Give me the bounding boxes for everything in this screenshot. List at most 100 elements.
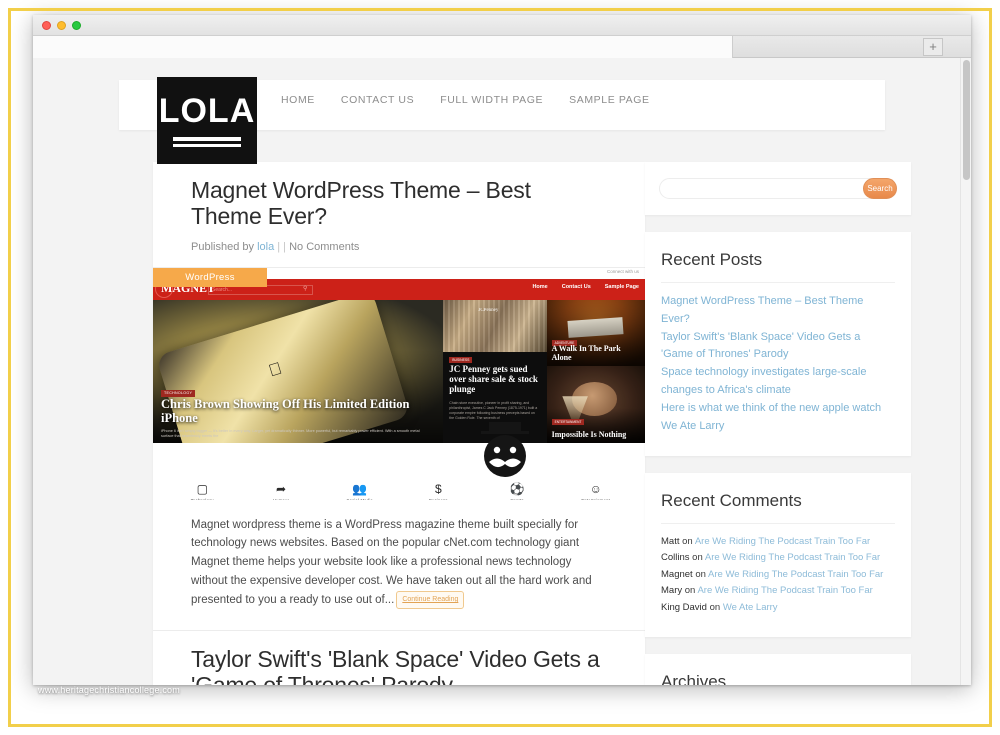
category-label-humour: Humour: [242, 498, 321, 500]
recent-post-link-1[interactable]: Magnet WordPress Theme – Best Theme Ever…: [661, 295, 863, 325]
comment-on-2: on: [692, 552, 703, 564]
mock-navigation: Home Contact Us Sample Page: [532, 284, 639, 290]
comment-post-link-5[interactable]: We Ate Larry: [723, 602, 778, 613]
archives-widget: Archives March 2015 February 2015: [645, 653, 911, 685]
search-widget: Search: [645, 162, 911, 215]
entertainment-icon: ☺: [589, 481, 602, 496]
post-featured-image[interactable]: WordPress Connect with us MAGNET Search.…: [153, 267, 645, 500]
sports-icon: ⚽: [509, 481, 525, 496]
hero-headline: Chris Brown Showing Off His Limited Edit…: [161, 396, 410, 425]
comment-post-link-1[interactable]: Are We Riding The Podcast Train Too Far: [695, 536, 870, 547]
category-item-business[interactable]: $ Business: [399, 483, 478, 500]
social-media-icon: 👥: [352, 481, 368, 496]
list-item: Mary on Are We Riding The Podcast Train …: [661, 583, 895, 600]
list-item: Space technology investigates large-scal…: [661, 364, 895, 400]
comment-post-link-2[interactable]: Are We Riding The Podcast Train Too Far: [705, 552, 880, 563]
close-window-icon[interactable]: [42, 21, 51, 30]
scrollbar-thumb[interactable]: [963, 60, 970, 180]
recent-posts-widget: Recent Posts Magnet WordPress Theme – Be…: [645, 232, 911, 456]
widget-rule-2: [661, 522, 895, 524]
recent-posts-list: Magnet WordPress Theme – Best Theme Ever…: [661, 293, 895, 436]
post-title[interactable]: Magnet WordPress Theme – Best Theme Ever…: [191, 177, 607, 230]
comment-on-5: on: [709, 602, 721, 613]
comment-on-4: on: [684, 585, 696, 597]
mock-body:  TECHNOLOGY Chris Brown Showing Off His…: [153, 299, 645, 500]
recent-post-link-3[interactable]: Space technology investigates large-scal…: [661, 366, 866, 396]
new-tab-button[interactable]: +: [923, 38, 943, 56]
category-item-entertainment[interactable]: ☺ Entertainment: [556, 483, 635, 500]
search-button[interactable]: Search: [863, 178, 897, 199]
mock-nav-contact[interactable]: Contact Us: [562, 284, 591, 290]
recent-post-link-2[interactable]: Taylor Swift's 'Blank Space' Video Gets …: [661, 331, 860, 361]
comment-author-2: Collins: [661, 552, 690, 564]
category-item-technology[interactable]: ▢ Technology: [163, 483, 242, 500]
category-item-sports[interactable]: ⚽ Sports: [478, 483, 557, 500]
comment-author-4: Mary: [661, 585, 683, 597]
post-title-2[interactable]: Taylor Swift's 'Blank Space' Video Gets …: [191, 647, 607, 685]
category-label-business: Business: [399, 498, 478, 500]
browser-window: + LOLA HOME CONTACT US FULL WIDTH PAGE S…: [33, 15, 971, 685]
post-meta-separator-2: |: [283, 240, 287, 253]
mock-hero-card[interactable]:  TECHNOLOGY Chris Brown Showing Off His…: [153, 299, 444, 443]
post-author-link[interactable]: lola: [257, 241, 274, 253]
continue-reading-button[interactable]: Continue Reading: [396, 591, 465, 609]
mustache-mascot-icon: [481, 421, 529, 477]
category-label-social-media: Social Media: [320, 498, 399, 500]
mock-right-column: ADVENTURE A Walk In The Park Alone ENTER…: [546, 299, 645, 443]
technology-icon: ▢: [196, 481, 208, 496]
list-item: We Ate Larry: [661, 418, 895, 436]
mock-nav-sample[interactable]: Sample Page: [605, 284, 639, 290]
middle-category-tag: BUSINESS: [449, 356, 473, 363]
recent-post-link-5[interactable]: We Ate Larry: [661, 420, 724, 432]
category-label-entertainment: Entertainment: [556, 498, 635, 500]
search-icon[interactable]: ⚲: [303, 285, 307, 292]
archives-title: Archives: [661, 671, 727, 685]
nav-item-sample-page[interactable]: SAMPLE PAGE: [569, 94, 650, 106]
mock-right-top-card[interactable]: ADVENTURE A Walk In The Park Alone: [546, 299, 645, 366]
comment-on-1: on: [682, 535, 693, 547]
mock-nav-home[interactable]: Home: [532, 284, 547, 290]
comment-on-3: on: [695, 568, 706, 580]
comment-author-1: Matt: [661, 535, 680, 547]
comment-author-5: King David: [661, 602, 707, 613]
post-comments-count: No Comments: [289, 240, 360, 253]
category-badge[interactable]: WordPress: [153, 267, 267, 287]
featured-mock-site: Connect with us MAGNET Search... ⚲ Home: [153, 267, 645, 500]
middle-excerpt: Chain store executive, pioneer in profit…: [449, 400, 538, 420]
main-navigation: HOME CONTACT US FULL WIDTH PAGE SAMPLE P…: [281, 94, 650, 106]
nav-item-full-width-page[interactable]: FULL WIDTH PAGE: [440, 94, 543, 106]
logo-rule-2: [173, 144, 241, 147]
search-row: Search: [659, 178, 897, 199]
post-header-2: Taylor Swift's 'Blank Space' Video Gets …: [153, 631, 645, 685]
recent-post-link-4[interactable]: Here is what we think of the new apple w…: [661, 402, 881, 414]
right-top-headline: A Walk In The Park Alone: [551, 344, 621, 363]
nav-item-home[interactable]: HOME: [281, 94, 315, 106]
hero-category-tag: TECHNOLOGY: [161, 389, 196, 397]
post-meta-separator: |: [277, 240, 281, 253]
category-item-humour[interactable]: ➦ Humour: [242, 483, 321, 500]
post-header: Magnet WordPress Theme – Best Theme Ever…: [153, 162, 645, 267]
maximize-window-icon[interactable]: [72, 21, 81, 30]
watermark: www.heritagechristiancollege.com: [38, 685, 180, 695]
comment-post-link-4[interactable]: Are We Riding The Podcast Train Too Far: [697, 585, 872, 596]
right-bottom-headline: Impossible Is Nothing: [551, 429, 627, 439]
post-article: Magnet WordPress Theme – Best Theme Ever…: [153, 162, 645, 630]
minimize-window-icon[interactable]: [57, 21, 66, 30]
browser-tab[interactable]: [33, 36, 733, 58]
page-scrollbar[interactable]: [960, 58, 971, 685]
post-excerpt-text: Magnet wordpress theme is a WordPress ma…: [191, 518, 592, 607]
middle-headline: JC Penney gets sued over share sale & st…: [449, 363, 538, 395]
site-logo[interactable]: LOLA: [157, 77, 257, 164]
search-input[interactable]: [659, 178, 893, 199]
mock-connect-label: Connect with us: [606, 268, 639, 274]
site-logo-text: LOLA: [158, 92, 256, 130]
mock-right-bottom-card[interactable]: ENTERTAINMENT Impossible Is Nothing: [546, 365, 645, 443]
list-item: Matt on Are We Riding The Podcast Train …: [661, 534, 895, 551]
nav-item-contact-us[interactable]: CONTACT US: [341, 94, 414, 106]
comment-post-link-3[interactable]: Are We Riding The Podcast Train Too Far: [708, 569, 883, 580]
recent-comments-list: Matt on Are We Riding The Podcast Train …: [661, 534, 895, 617]
browser-tabstrip: +: [33, 36, 971, 58]
business-icon: $: [435, 481, 442, 496]
category-item-social-media[interactable]: 👥 Social Media: [320, 483, 399, 500]
logo-rule-1: [173, 137, 241, 141]
